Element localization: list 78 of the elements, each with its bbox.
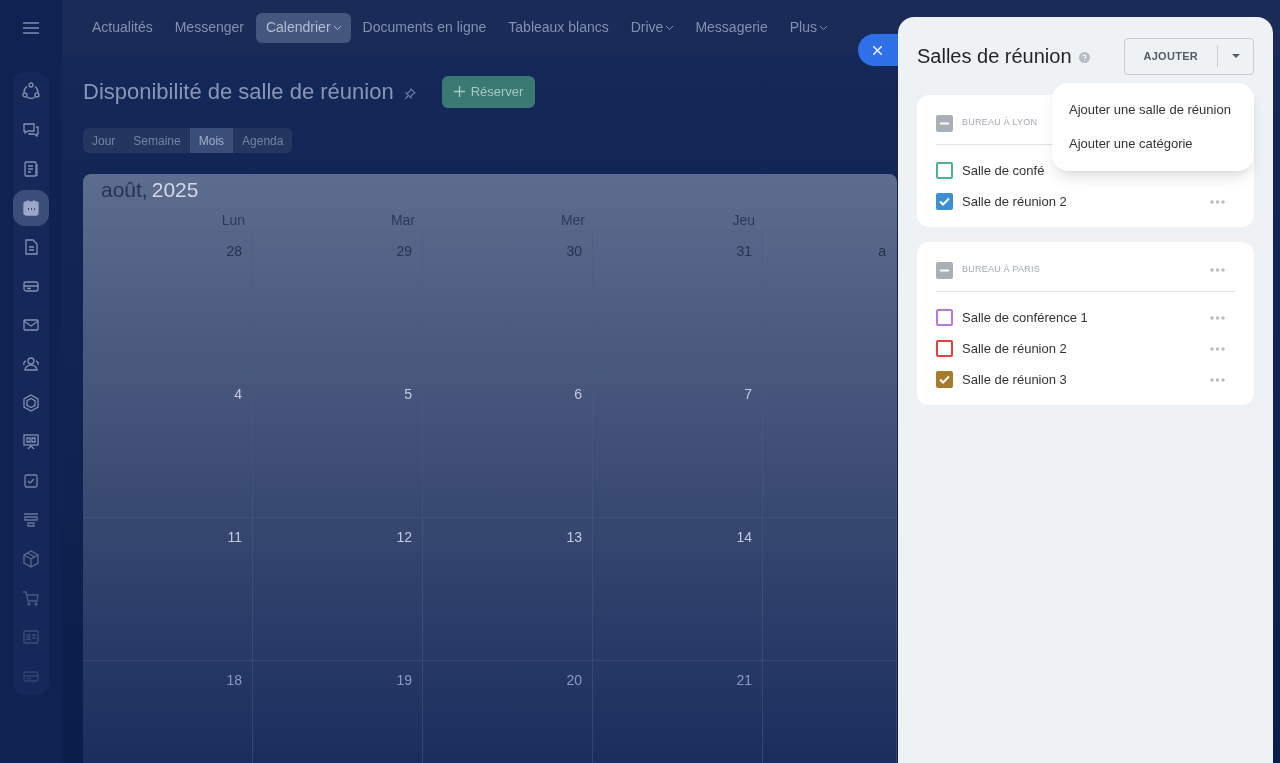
room-name: Salle de réunion 3 [962, 370, 1067, 389]
room-checkbox[interactable] [936, 340, 953, 357]
people-icon [22, 355, 40, 373]
more-icon[interactable] [1210, 315, 1225, 320]
chat-icon [22, 121, 40, 139]
day-number: 31 [736, 241, 752, 261]
document-icon [22, 238, 40, 256]
hexagon-icon [22, 394, 40, 412]
cart-icon [22, 589, 40, 607]
menu-icon[interactable] [23, 21, 39, 34]
funnel-icon [22, 511, 40, 529]
check-icon [939, 197, 950, 206]
calendar-icon [22, 199, 40, 217]
indeterminate-checkbox[interactable] [936, 114, 953, 132]
room-checkbox[interactable] [936, 193, 953, 210]
flow-icon [22, 82, 40, 100]
day-number: 28 [226, 241, 242, 261]
day-number: 14 [736, 527, 752, 547]
more-icon[interactable] [1210, 199, 1225, 204]
sidebar-item[interactable] [13, 190, 49, 226]
room-checkbox[interactable] [936, 371, 953, 388]
nav-tab[interactable]: Messagerie [685, 12, 778, 43]
card-icon [22, 628, 40, 646]
nav-tab[interactable]: Plus [779, 12, 837, 43]
nav-tab[interactable]: Drive [620, 12, 684, 43]
day-number: 29 [396, 241, 412, 261]
day-number: 20 [566, 670, 582, 690]
view-tab[interactable]: Mois [189, 128, 234, 153]
task-icon [22, 472, 40, 490]
more-icon[interactable] [1210, 346, 1225, 351]
month-label: août, [101, 177, 148, 203]
room-name: Salle de réunion 2 [962, 339, 1067, 358]
check-icon [939, 375, 950, 384]
more-icon[interactable] [1210, 377, 1225, 382]
day-number: 6 [574, 384, 582, 404]
box-icon [22, 550, 40, 568]
day-number: 4 [234, 384, 242, 404]
room-checkbox[interactable] [936, 162, 953, 179]
day-number: 21 [736, 670, 752, 690]
room-name: Salle de confé [962, 161, 1045, 180]
day-number: 13 [566, 527, 582, 547]
room-checkbox[interactable] [936, 309, 953, 326]
nav-tab[interactable]: Tableaux blancs [498, 12, 619, 43]
year-label: 2025 [151, 177, 199, 203]
more-icon[interactable] [1210, 268, 1225, 272]
view-tab[interactable]: Semaine [124, 128, 190, 153]
nav-tab[interactable]: Actualités [82, 12, 163, 43]
reserve-button[interactable]: Réserver [441, 75, 536, 108]
page-title: Disponibilité de salle de réunion [83, 78, 394, 106]
plus-icon [453, 86, 465, 97]
news-icon [22, 160, 40, 178]
menu-item[interactable]: Ajouter une catégorie [1052, 127, 1254, 161]
menu-item[interactable]: Ajouter une salle de réunion [1052, 93, 1254, 127]
view-tab[interactable]: Jour [83, 128, 125, 153]
view-tab[interactable]: Agenda [233, 128, 293, 153]
pin-icon[interactable] [403, 87, 416, 100]
panel-title: Salles de réunion [917, 44, 1072, 69]
day-number: 19 [396, 670, 412, 690]
day-number: 12 [396, 527, 412, 547]
nav-tab[interactable]: Messenger [164, 12, 254, 43]
day-number: 5 [404, 384, 412, 404]
day-number: 30 [566, 241, 582, 261]
close-button[interactable] [858, 34, 898, 66]
close-icon [873, 45, 882, 55]
nav-tab[interactable]: Documents en ligne [352, 12, 497, 43]
indeterminate-checkbox[interactable] [936, 261, 953, 279]
board-icon [22, 433, 40, 451]
category-title: BUREAU À PARIS [962, 263, 1040, 277]
mail-icon [22, 316, 40, 334]
category-title: BUREAU À LYON [962, 116, 1038, 130]
day-number: a [878, 241, 886, 261]
day-number: 7 [744, 384, 752, 404]
nav-tab[interactable]: Calendrier [255, 12, 351, 43]
room-name: Salle de conférence 1 [962, 308, 1088, 327]
day-number: 11 [227, 527, 242, 547]
help-icon[interactable] [1078, 52, 1090, 63]
room-name: Salle de réunion 2 [962, 192, 1067, 211]
day-number: 18 [226, 670, 242, 690]
